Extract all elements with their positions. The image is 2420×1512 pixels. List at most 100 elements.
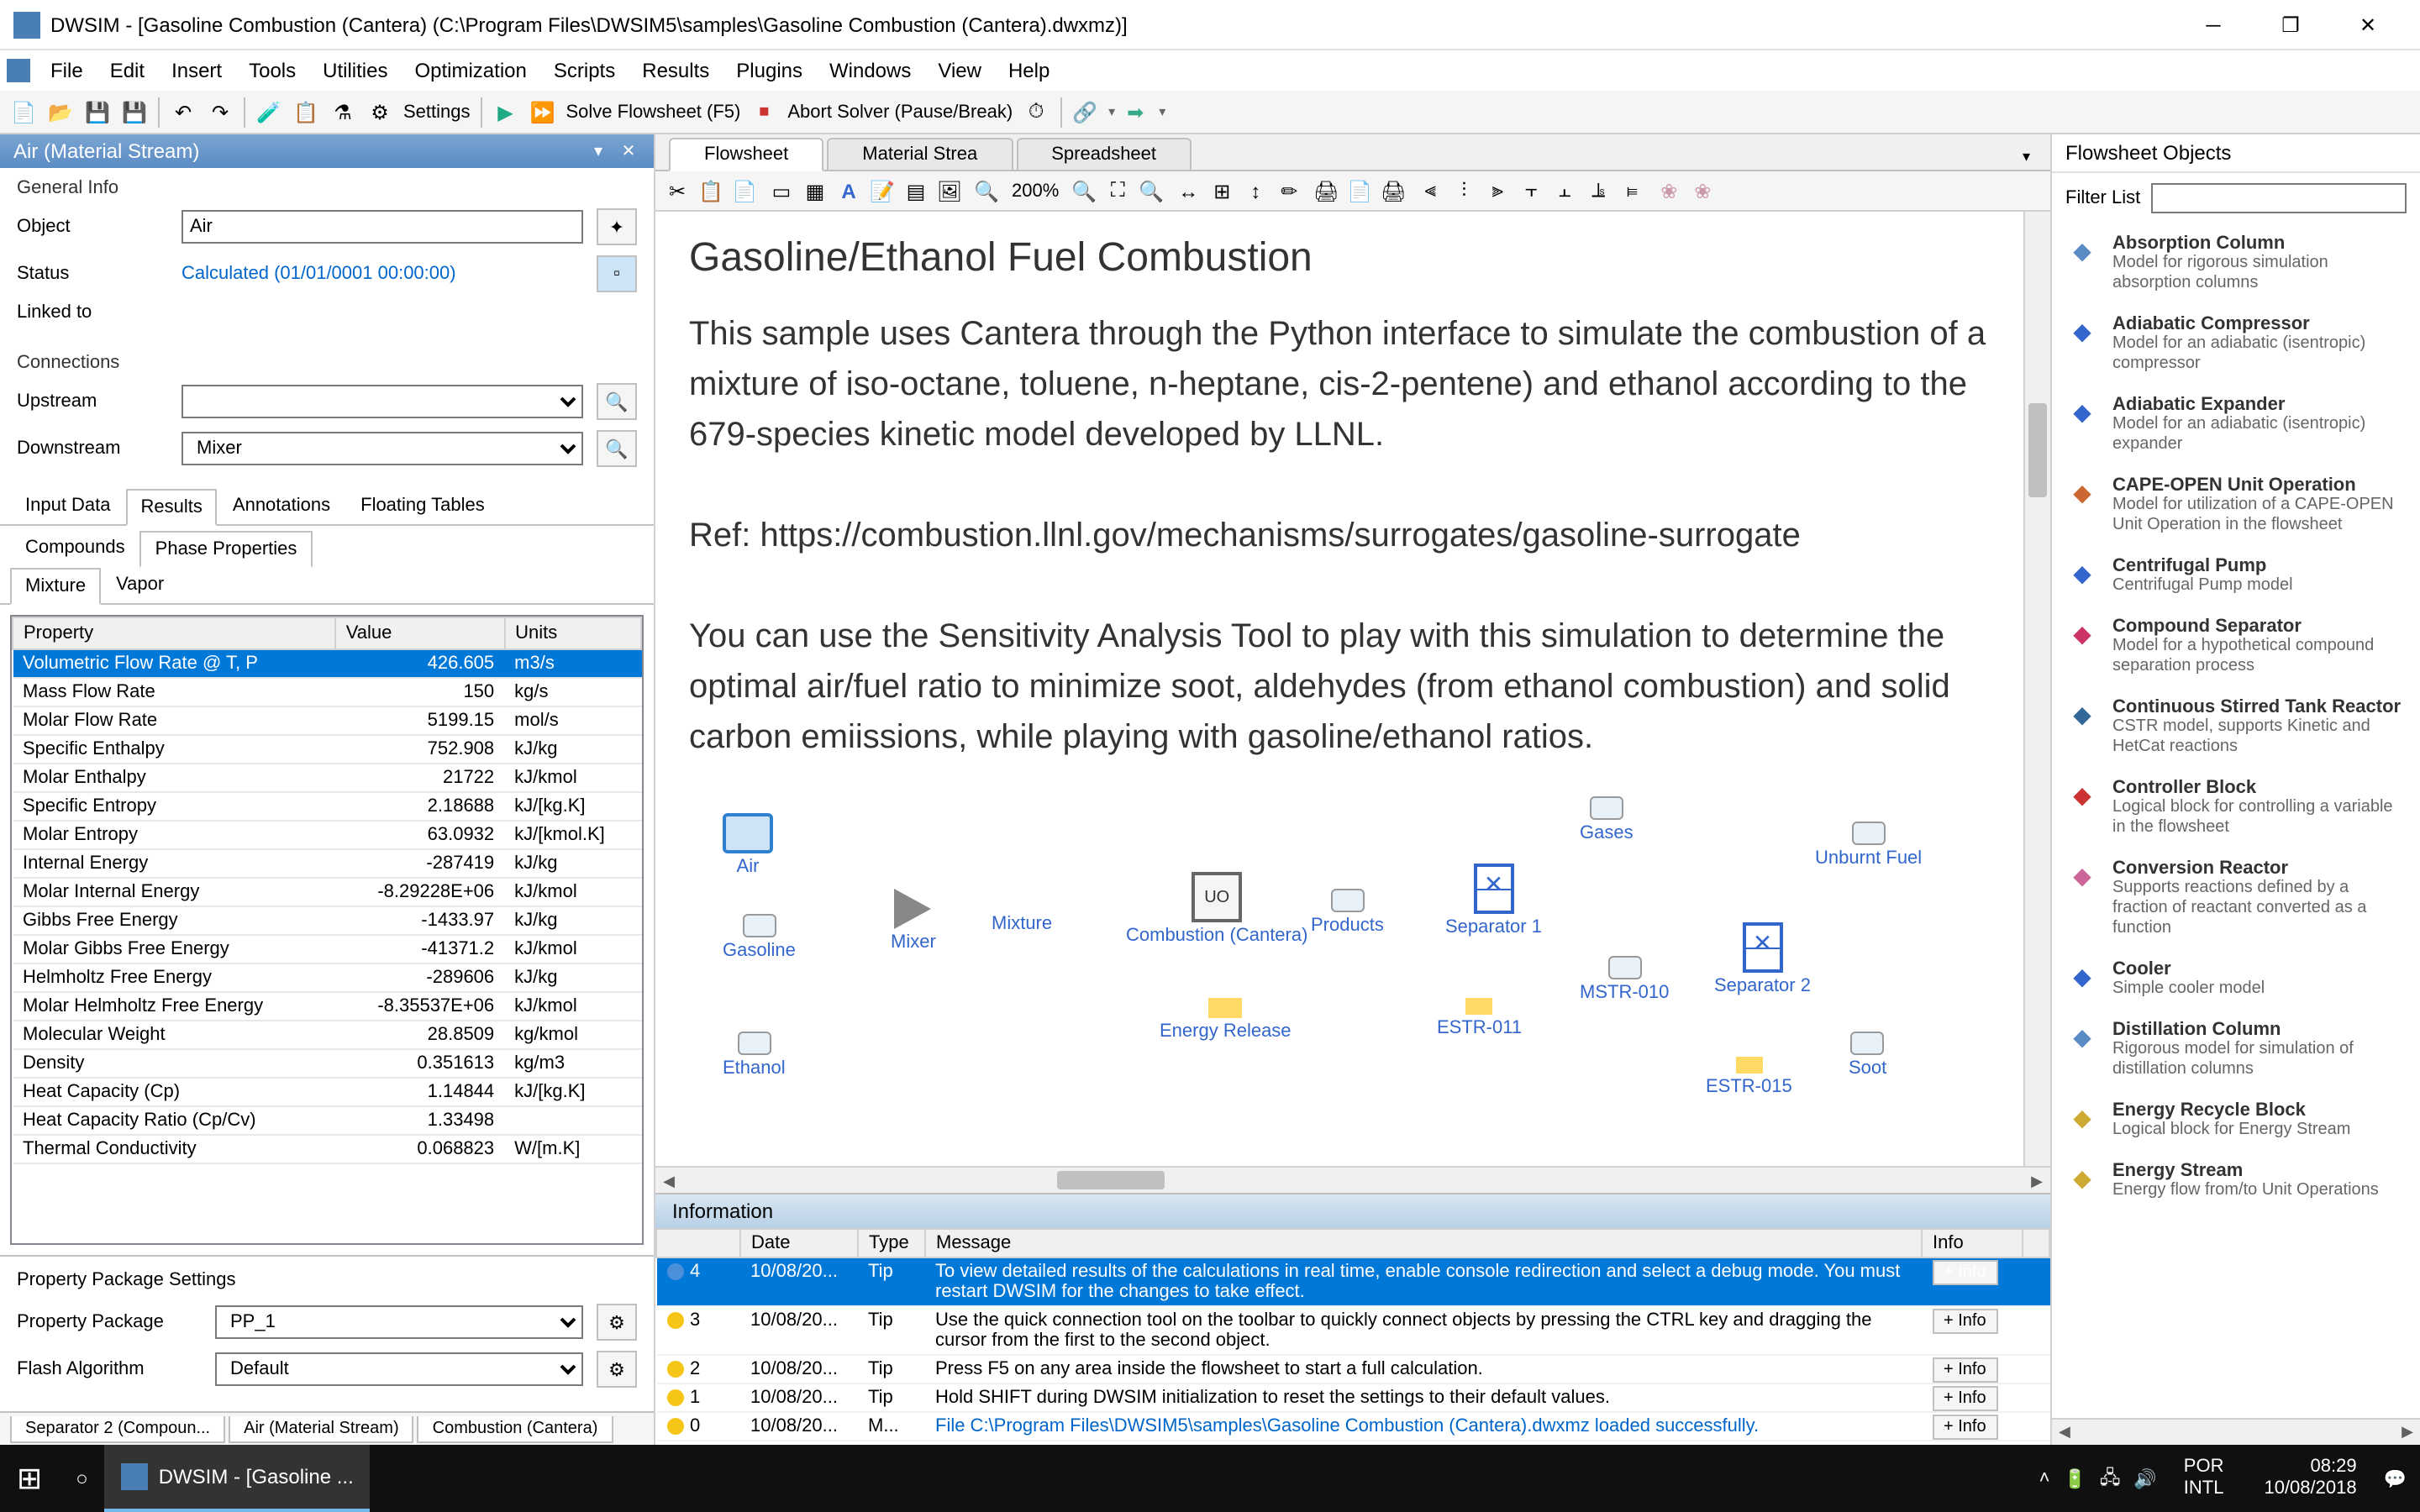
col-units[interactable]: Units [504, 617, 641, 649]
property-table[interactable]: Property Value Units Volumetric Flow Rat… [10, 615, 644, 1245]
menu-windows[interactable]: Windows [816, 54, 924, 87]
property-row[interactable]: Molar Entropy63.0932kJ/[kmol.K] [13, 821, 641, 849]
property-row[interactable]: Molar Enthalpy21722kJ/kmol [13, 764, 641, 792]
status-value[interactable]: Calculated (01/01/0001 00:00:00) [182, 264, 583, 284]
step-icon[interactable]: ⏩ [526, 95, 560, 129]
property-row[interactable]: Heat Capacity Ratio (Cp/Cv)1.33498 [13, 1106, 641, 1135]
align-top-icon[interactable]: ⫟ [1516, 176, 1546, 206]
filter-input[interactable] [2150, 183, 2407, 213]
text-icon[interactable]: 📝 [867, 176, 897, 206]
export-icon[interactable]: ➡ [1118, 95, 1152, 129]
snap-icon[interactable]: ⊞ [1207, 176, 1237, 206]
tab-input-data[interactable]: Input Data [10, 487, 126, 524]
property-row[interactable]: Gibbs Free Energy-1433.97kJ/kg [13, 906, 641, 935]
font-icon[interactable]: A [834, 176, 864, 206]
zoomfit-icon[interactable]: ⛶ [1102, 176, 1133, 206]
preview-icon[interactable]: 📄 [1344, 176, 1375, 206]
menu-file[interactable]: File [37, 54, 97, 87]
menu-view[interactable]: View [924, 54, 995, 87]
property-row[interactable]: Internal Energy-287419kJ/kg [13, 849, 641, 878]
tray-lang[interactable]: POR INTL [2170, 1457, 2238, 1501]
property-row[interactable]: Volumetric Flow Rate @ T, P426.605m3/s [13, 649, 641, 678]
info-col-message[interactable]: Message [925, 1229, 1922, 1257]
tab-results[interactable]: Results [126, 489, 218, 526]
solve-label[interactable]: Solve Flowsheet (F5) [563, 102, 744, 122]
block-energy-release[interactable]: Energy Release [1160, 998, 1292, 1042]
panel-close-icon[interactable]: ✕ [617, 139, 640, 163]
table-icon[interactable]: ▤ [901, 176, 931, 206]
pkg-select[interactable]: PP_1 [215, 1305, 583, 1339]
link-icon[interactable]: 🔗 [1068, 95, 1102, 129]
info-col-type[interactable]: Type [858, 1229, 925, 1257]
object-action-icon[interactable]: ✦ [597, 208, 637, 245]
object-item[interactable]: ◆Adiabatic ExpanderModel for an adiabati… [2052, 385, 2420, 465]
info-row[interactable]: 310/08/20...TipUse the quick connection … [656, 1306, 2049, 1355]
block-air[interactable]: Air [723, 813, 773, 877]
scroll-left-icon[interactable]: ◀ [655, 1168, 682, 1194]
block-separator1[interactable]: Separator 1 [1445, 864, 1542, 937]
block-estr011[interactable]: ESTR-011 [1437, 998, 1522, 1038]
info-col-info[interactable]: Info [1922, 1229, 2023, 1257]
property-row[interactable]: Molar Flow Rate5199.15mol/s [13, 706, 641, 735]
paste-icon[interactable]: 📄 [729, 176, 760, 206]
info-row[interactable]: 110/08/20...TipHold SHIFT during DWSIM i… [656, 1383, 2049, 1412]
menu-scripts[interactable]: Scripts [540, 54, 629, 87]
menu-utilities[interactable]: Utilities [309, 54, 401, 87]
tray-battery-icon[interactable]: 🔋 [2063, 1467, 2086, 1489]
rect-icon[interactable]: ▭ [766, 176, 797, 206]
tray-notifications-icon[interactable]: 💬 [2384, 1467, 2407, 1489]
object-item[interactable]: ◆Centrifugal PumpCentrifugal Pump model [2052, 546, 2420, 606]
tray-network-icon[interactable]: 🖧 [2100, 1462, 2121, 1494]
stop-icon[interactable]: ⏹ [747, 95, 781, 129]
start-button[interactable]: ⊞ [0, 1445, 59, 1512]
pkg-config-icon[interactable]: ⚙ [597, 1304, 637, 1341]
tray-up-icon[interactable]: ˄ [2039, 1468, 2050, 1488]
settings-label[interactable]: Settings [400, 102, 474, 122]
tab-vapor[interactable]: Vapor [101, 566, 179, 603]
object-item[interactable]: ◆Conversion ReactorSupports reactions de… [2052, 848, 2420, 949]
tab-phase-properties[interactable]: Phase Properties [140, 531, 313, 568]
block-mstr010[interactable]: MSTR-010 [1580, 956, 1669, 1003]
block-estr015[interactable]: ESTR-015 [1706, 1057, 1792, 1097]
object-item[interactable]: ◆CAPE-OPEN Unit OperationModel for utili… [2052, 465, 2420, 546]
bottom-tab-2[interactable]: Combustion (Cantera) [418, 1415, 613, 1442]
property-row[interactable]: Specific Enthalpy752.908kJ/kg [13, 735, 641, 764]
tray-clock[interactable]: 08:29 10/08/2018 [2250, 1457, 2370, 1501]
menu-plugins[interactable]: Plugins [723, 54, 816, 87]
connect-icon[interactable]: ↔ [1173, 176, 1203, 206]
info-col-icon[interactable] [656, 1229, 740, 1257]
undo-icon[interactable]: ↶ [166, 95, 200, 129]
vscrollbar[interactable] [2023, 212, 2050, 1166]
tab-compounds[interactable]: Compounds [10, 529, 140, 566]
image-icon[interactable]: 🖼 [934, 176, 965, 206]
hscrollbar[interactable]: ◀ ▶ [655, 1166, 2050, 1193]
upstream-select[interactable] [182, 385, 583, 418]
object-input[interactable] [182, 210, 583, 244]
block-ethanol[interactable]: Ethanol [723, 1032, 786, 1079]
dropdown-icon[interactable]: ▾ [1108, 104, 1115, 119]
redo-icon[interactable]: ↷ [203, 95, 237, 129]
print-icon[interactable]: 🖨 [1311, 176, 1341, 206]
status-action-icon[interactable]: ▫ [597, 255, 637, 292]
align-bottom-icon[interactable]: ⫡ [1583, 176, 1613, 206]
flowsheet-diagram[interactable]: Air Gasoline Ethanol Mixer Mixture UOCom… [689, 796, 2017, 1166]
align-center-icon[interactable]: ⫶ [1449, 176, 1479, 206]
objects-list[interactable]: ◆Absorption ColumnModel for rigorous sim… [2052, 223, 2420, 1418]
close-button[interactable]: ✕ [2329, 0, 2407, 50]
object-item[interactable]: ◆Continuous Stirred Tank ReactorCSTR mod… [2052, 687, 2420, 768]
align-left-icon[interactable]: ⫷ [1415, 176, 1445, 206]
block-mixture[interactable]: Mixture [992, 914, 1052, 934]
align-right-icon[interactable]: ⫸ [1482, 176, 1512, 206]
comp-icon[interactable]: 🧪 [252, 95, 286, 129]
abort-label[interactable]: Abort Solver (Pause/Break) [784, 102, 1016, 122]
block-mixer[interactable]: Mixer [891, 889, 936, 953]
save-icon[interactable]: 💾 [81, 95, 114, 129]
info-row[interactable]: 010/08/20...M...File C:\Program Files\DW… [656, 1412, 2049, 1441]
export-icon[interactable]: 🖨 [1378, 176, 1408, 206]
panel-pin-icon[interactable]: ▾ [587, 139, 610, 163]
info-btn[interactable]: + Info [1932, 1415, 1998, 1440]
block-unburnt[interactable]: Unburnt Fuel [1815, 822, 1922, 869]
tray-volume-icon[interactable]: 🔊 [2133, 1467, 2156, 1489]
tab-dropdown-icon[interactable]: ▾ [2016, 144, 2037, 170]
color2-icon[interactable]: ❀ [1687, 176, 1718, 206]
